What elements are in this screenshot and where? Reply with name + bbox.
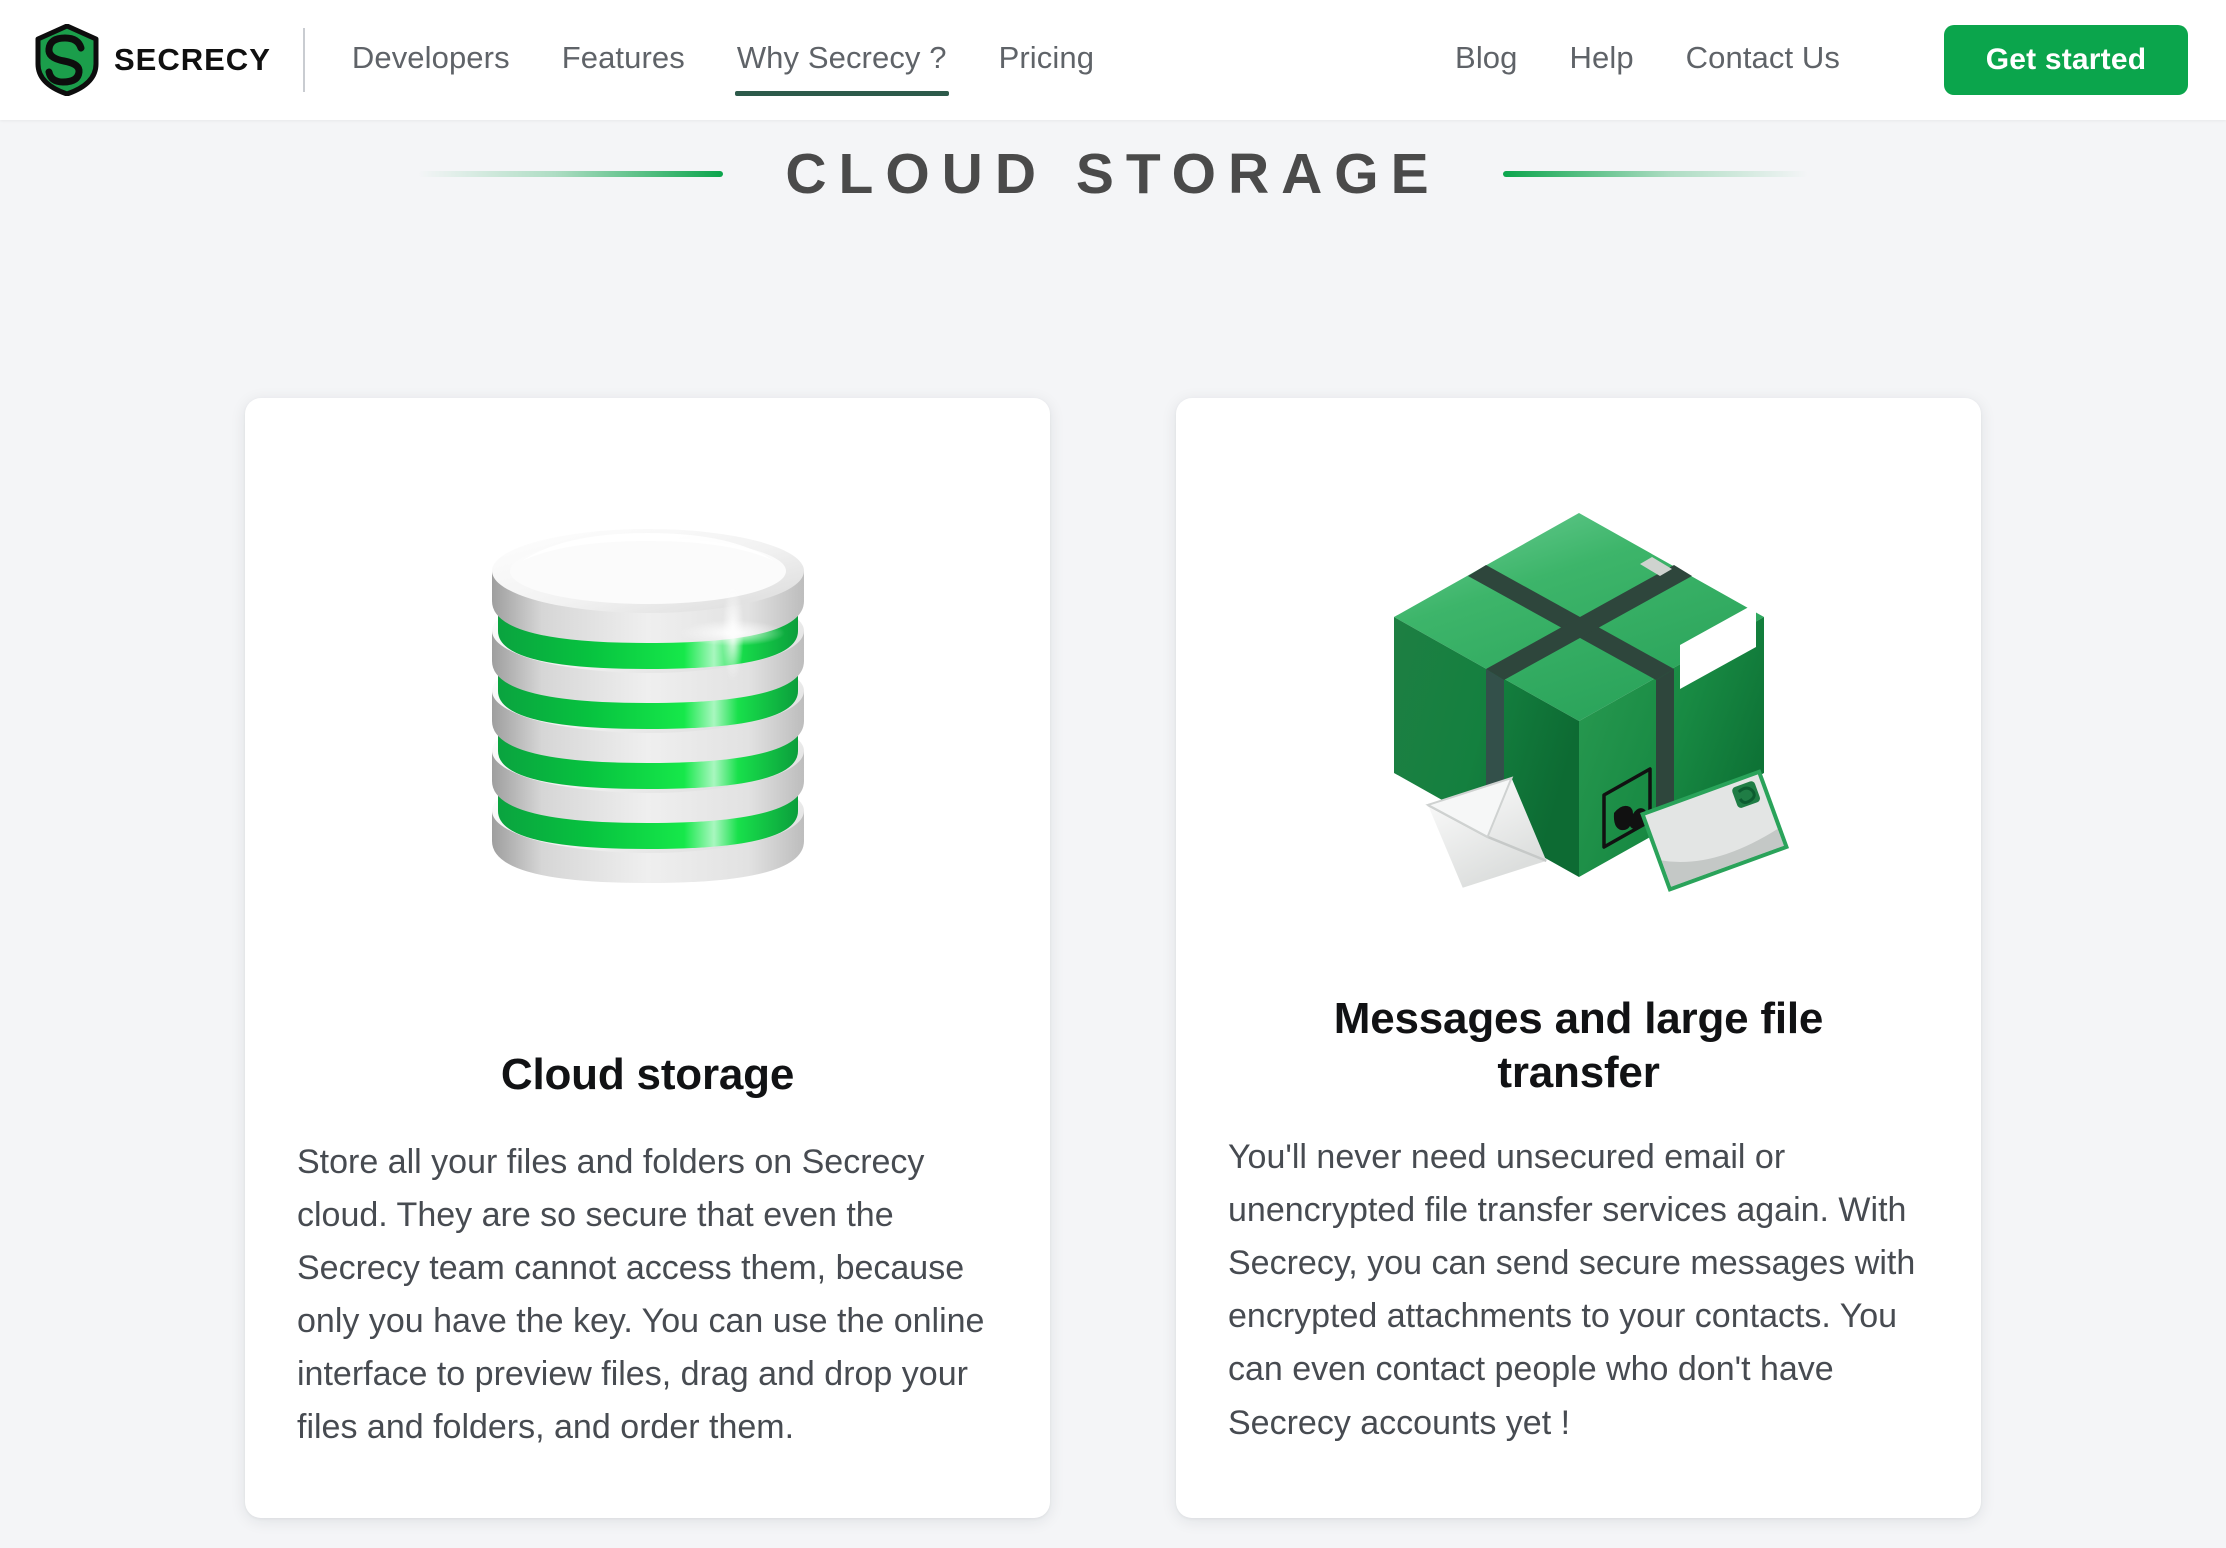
package-box-icon (1228, 460, 1929, 930)
card-description: You'll never need unsecured email or une… (1228, 1138, 1916, 1442)
nav-item-help[interactable]: Help (1570, 40, 1634, 80)
brand-name: SECRECY (114, 42, 271, 77)
database-stack-icon (297, 476, 998, 946)
section-header: CLOUD STORAGE (0, 128, 2226, 220)
card-description: Store all your files and folders on Secr… (297, 1142, 985, 1446)
get-started-button[interactable]: Get started (1944, 25, 2188, 95)
nav-item-blog[interactable]: Blog (1455, 40, 1517, 80)
nav-item-contact-us[interactable]: Contact Us (1686, 40, 1840, 80)
shield-s-logo-icon (34, 24, 100, 96)
primary-nav: Developers Features Why Secrecy ? Pricin… (352, 40, 1094, 96)
nav-item-why-secrecy[interactable]: Why Secrecy ? (734, 40, 949, 96)
feature-card-cloud-storage[interactable]: Cloud storage Store all your files and f… (245, 398, 1050, 1518)
card-title: Cloud storage (500, 1050, 795, 1099)
card-title: Messages and large file transfer (1333, 994, 1824, 1097)
header-divider (302, 28, 305, 92)
nav-item-pricing[interactable]: Pricing (999, 40, 1094, 80)
nav-item-features[interactable]: Features (562, 40, 685, 80)
nav-item-developers[interactable]: Developers (352, 40, 510, 80)
feature-card-list: Cloud storage Store all your files and f… (0, 398, 2226, 1518)
secondary-nav: Blog Help Contact Us Get started (1455, 25, 2226, 95)
section-rule-left (418, 171, 724, 177)
feature-card-messages-transfer[interactable]: Messages and large file transfer You'll … (1176, 398, 1981, 1518)
page-title: CLOUD STORAGE (785, 142, 1441, 206)
site-header: SECRECY Developers Features Why Secrecy … (0, 0, 2226, 120)
brand-logo[interactable]: SECRECY (34, 24, 271, 96)
section-rule-right (1502, 171, 1808, 177)
